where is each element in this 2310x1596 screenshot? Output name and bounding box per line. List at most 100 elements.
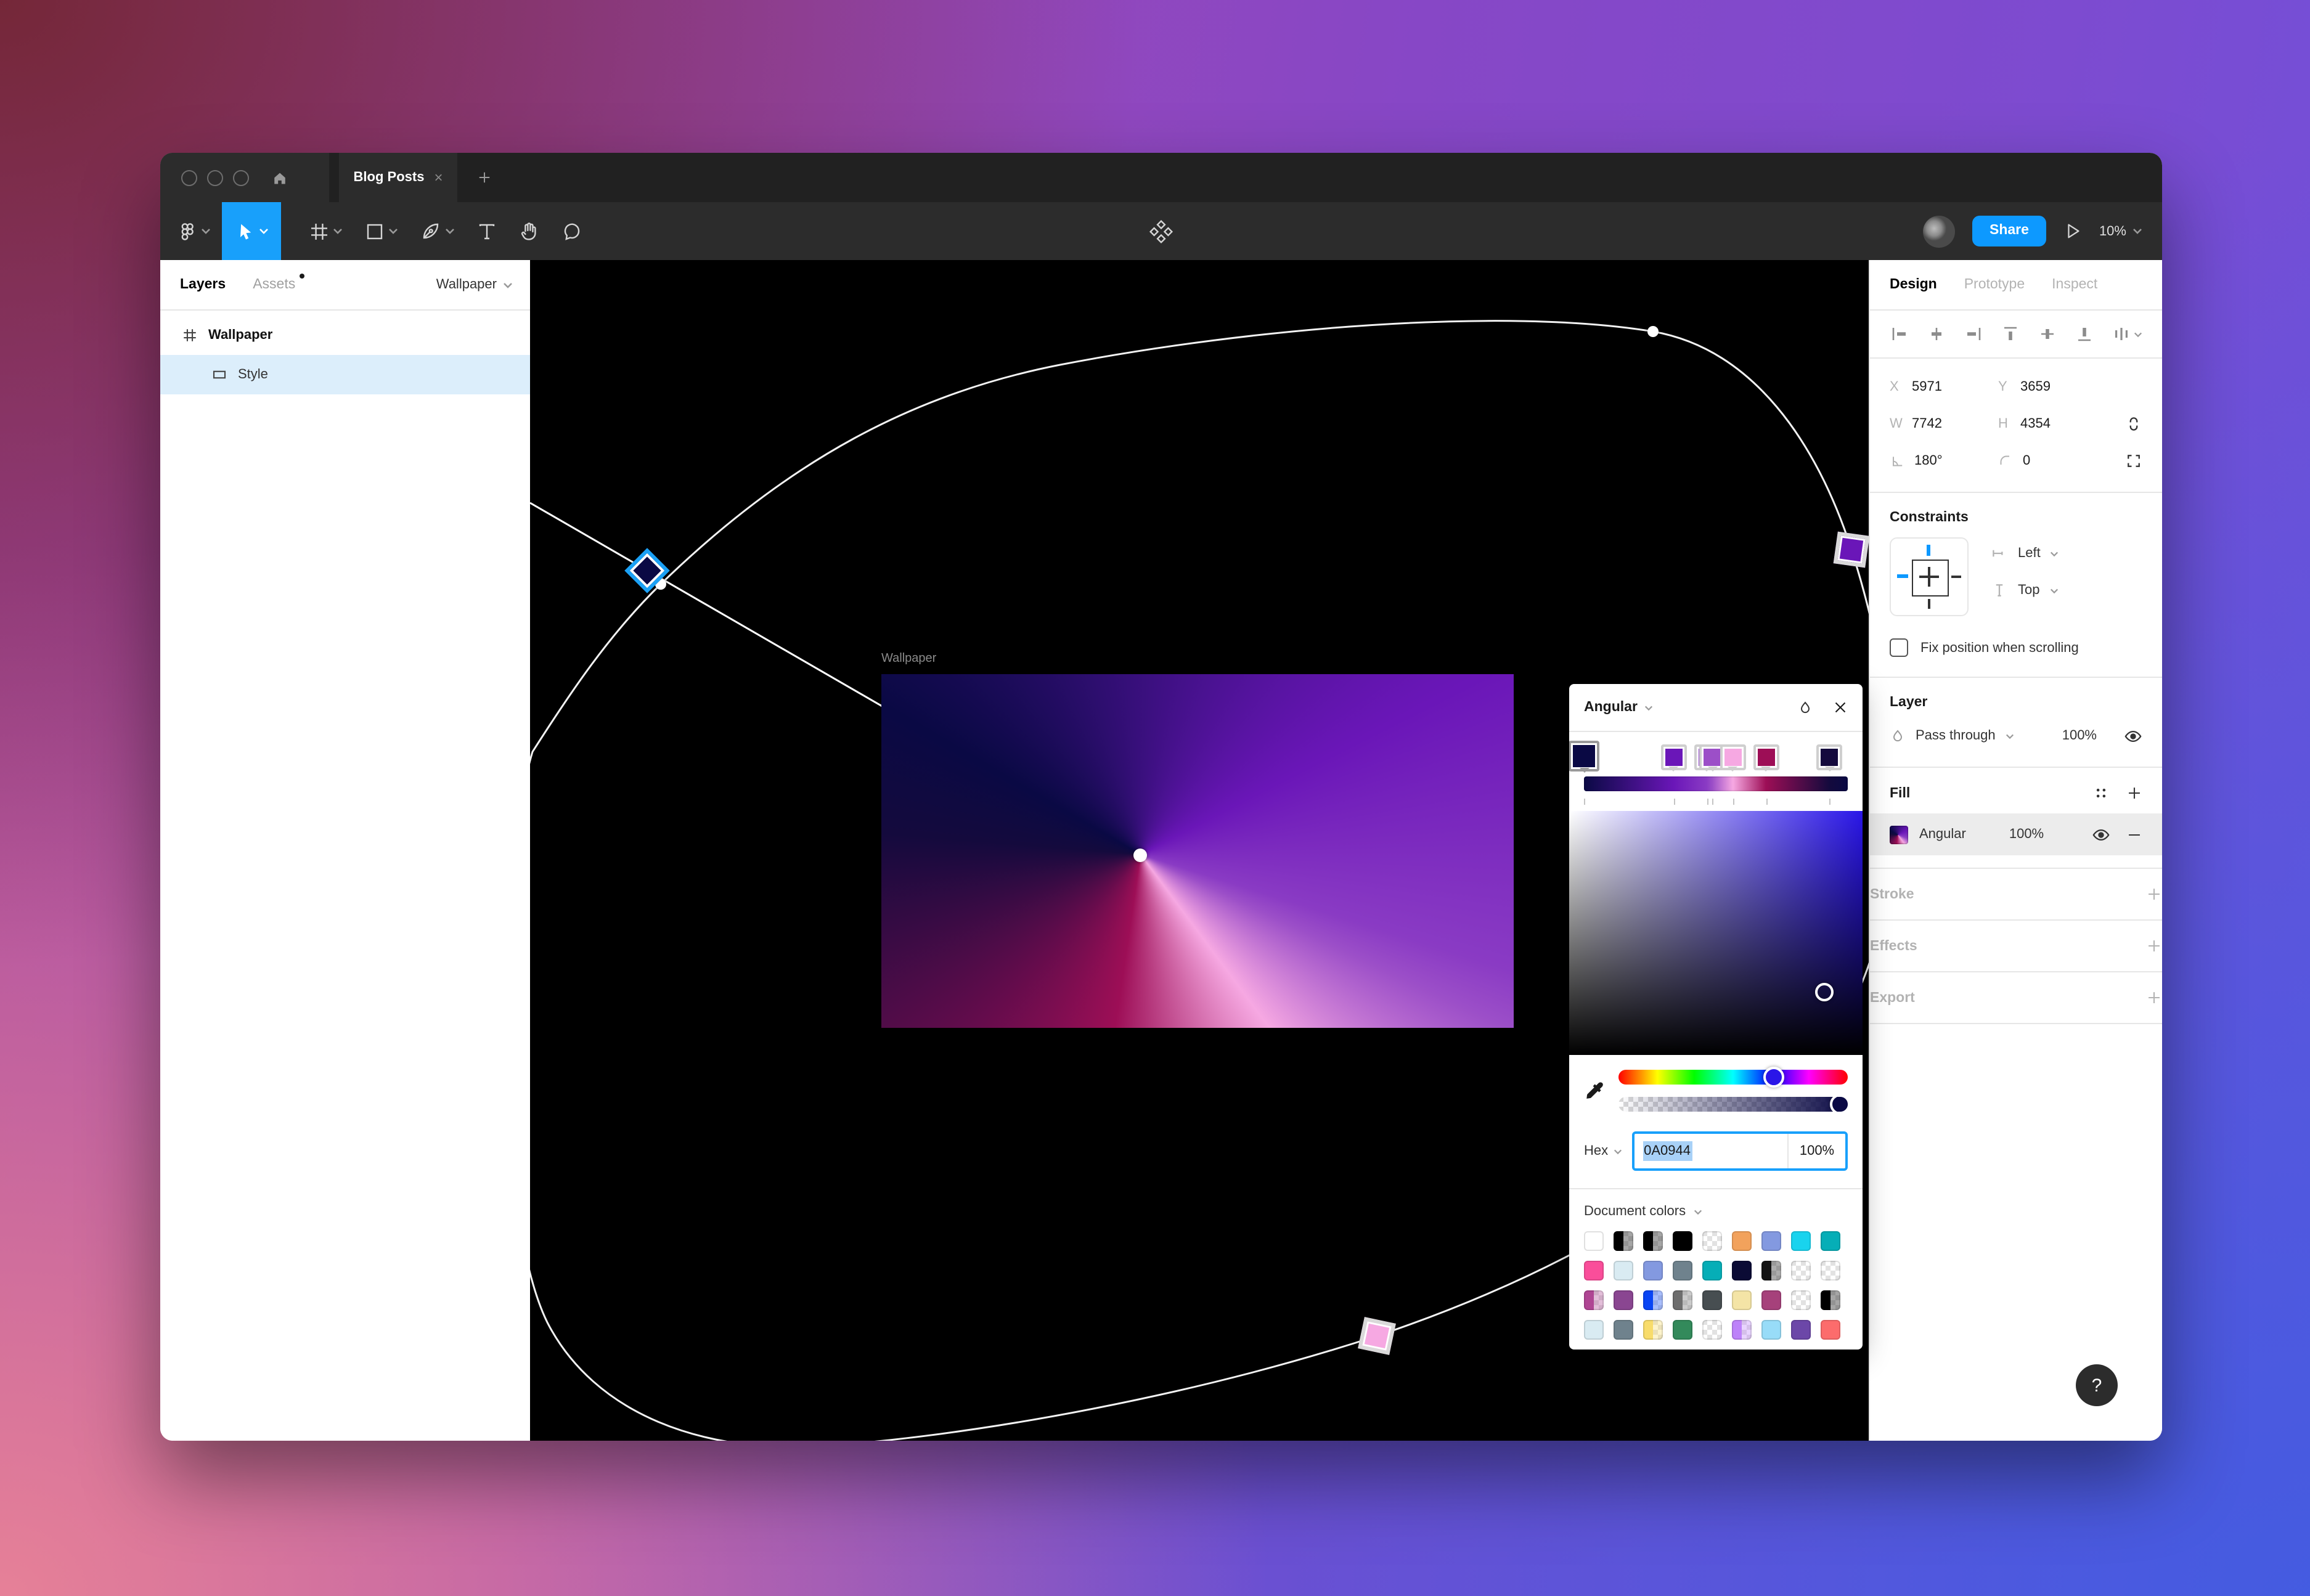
- doc-color-swatch[interactable]: [1732, 1290, 1752, 1310]
- add-stroke-icon[interactable]: [2146, 886, 2162, 902]
- wallpaper-frame[interactable]: [881, 674, 1514, 1028]
- gradient-type-select[interactable]: Angular: [1584, 700, 1638, 715]
- constrain-proportions-toggle[interactable]: [2125, 415, 2142, 433]
- layer-row-wallpaper[interactable]: Wallpaper: [160, 316, 530, 355]
- constraint-left-tick[interactable]: [1897, 574, 1908, 578]
- hue-thumb[interactable]: [1764, 1067, 1785, 1088]
- avatar[interactable]: [1923, 215, 1955, 247]
- tab-inspect[interactable]: Inspect: [2052, 277, 2097, 292]
- doc-color-swatch[interactable]: [1821, 1261, 1840, 1280]
- doc-color-swatch[interactable]: [1791, 1320, 1811, 1340]
- document-colors-header[interactable]: Document colors: [1569, 1189, 1863, 1229]
- doc-color-swatch[interactable]: [1673, 1320, 1692, 1340]
- new-tab-button[interactable]: [477, 153, 492, 202]
- fill-thumbnail[interactable]: [1890, 825, 1908, 844]
- distribute-menu[interactable]: [2112, 324, 2142, 344]
- tab-close-icon[interactable]: ×: [434, 170, 443, 185]
- traffic-light-zoom[interactable]: [233, 169, 249, 185]
- doc-color-swatch[interactable]: [1702, 1261, 1722, 1280]
- doc-color-swatch[interactable]: [1643, 1231, 1663, 1251]
- doc-color-swatch[interactable]: [1791, 1231, 1811, 1251]
- doc-color-swatch[interactable]: [1732, 1231, 1752, 1251]
- constraint-right-tick[interactable]: [1951, 576, 1961, 577]
- fix-position-checkbox[interactable]: [1890, 638, 1908, 657]
- comment-tool-button[interactable]: [551, 202, 593, 260]
- close-icon[interactable]: [1833, 700, 1848, 715]
- layer-opacity-field[interactable]: 100%: [2062, 728, 2097, 743]
- pink-gradient-stop-handle[interactable]: [1358, 1317, 1396, 1355]
- y-field[interactable]: Y3659: [1998, 380, 2107, 394]
- hand-tool-button[interactable]: [508, 202, 551, 260]
- height-field[interactable]: H4354: [1998, 417, 2107, 431]
- doc-color-swatch[interactable]: [1614, 1261, 1633, 1280]
- align-horizontal-center-icon[interactable]: [1927, 324, 1946, 344]
- doc-color-swatch[interactable]: [1761, 1320, 1781, 1340]
- add-effect-icon[interactable]: [2146, 938, 2162, 954]
- doc-color-swatch[interactable]: [1761, 1261, 1781, 1280]
- gradient-stop-chip[interactable]: [1569, 741, 1599, 772]
- fill-opacity-field[interactable]: 100%: [2009, 827, 2044, 842]
- align-bottom-icon[interactable]: [2075, 324, 2094, 344]
- gradient-stop-chip[interactable]: [1816, 744, 1842, 770]
- hue-slider[interactable]: [1618, 1070, 1848, 1085]
- doc-color-swatch[interactable]: [1732, 1261, 1752, 1280]
- doc-color-swatch[interactable]: [1761, 1290, 1781, 1310]
- hex-value-selected[interactable]: 0A0944: [1643, 1141, 1692, 1161]
- align-right-icon[interactable]: [1964, 324, 1983, 344]
- present-icon[interactable]: [2063, 222, 2082, 240]
- doc-color-swatch[interactable]: [1821, 1290, 1840, 1310]
- doc-color-swatch[interactable]: [1614, 1231, 1633, 1251]
- tab-prototype[interactable]: Prototype: [1964, 277, 2025, 292]
- opacity-input[interactable]: 100%: [1787, 1134, 1845, 1168]
- align-left-icon[interactable]: [1890, 324, 1909, 344]
- styles-icon[interactable]: [2093, 785, 2109, 801]
- gradient-center-handle[interactable]: [1133, 849, 1147, 862]
- doc-color-swatch[interactable]: [1702, 1231, 1722, 1251]
- doc-color-swatch[interactable]: [1643, 1290, 1663, 1310]
- pen-tool-button[interactable]: [409, 202, 466, 260]
- traffic-light-minimize[interactable]: [207, 169, 223, 185]
- color-area-cursor[interactable]: [1815, 982, 1834, 1001]
- doc-color-swatch[interactable]: [1821, 1320, 1840, 1340]
- blend-settings-icon[interactable]: [1797, 699, 1813, 715]
- add-fill-icon[interactable]: [2126, 785, 2142, 801]
- share-button[interactable]: Share: [1972, 216, 2046, 247]
- frame-tool-button[interactable]: [298, 202, 354, 260]
- align-top-icon[interactable]: [2001, 324, 2020, 344]
- horizontal-constraint-select[interactable]: Left: [1991, 545, 2059, 562]
- frame-label[interactable]: Wallpaper: [881, 652, 936, 666]
- constraints-widget[interactable]: [1890, 537, 1969, 616]
- move-tool-button[interactable]: [222, 202, 281, 260]
- eye-icon[interactable]: [2092, 825, 2110, 844]
- doc-color-swatch[interactable]: [1673, 1261, 1692, 1280]
- tab-layers[interactable]: Layers: [180, 277, 226, 292]
- doc-color-swatch[interactable]: [1791, 1290, 1811, 1310]
- main-menu-button[interactable]: [160, 202, 222, 260]
- alpha-thumb[interactable]: [1830, 1097, 1848, 1112]
- add-export-icon[interactable]: [2146, 990, 2162, 1006]
- rotation-field[interactable]: 180°: [1890, 454, 1998, 468]
- corner-radius-field[interactable]: 0: [1998, 454, 2107, 468]
- doc-color-swatch[interactable]: [1673, 1231, 1692, 1251]
- traffic-light-close[interactable]: [181, 169, 197, 185]
- zoom-control[interactable]: 10%: [2099, 224, 2142, 238]
- gradient-stop-chip[interactable]: [1753, 744, 1779, 770]
- gradient-stop-dot[interactable]: [1647, 326, 1659, 337]
- vertical-constraint-select[interactable]: Top: [1991, 582, 2059, 599]
- color-format-select[interactable]: Hex: [1584, 1144, 1622, 1158]
- gradient-bar[interactable]: [1584, 776, 1848, 791]
- doc-color-swatch[interactable]: [1584, 1231, 1604, 1251]
- doc-color-swatch[interactable]: [1643, 1320, 1663, 1340]
- gradient-stop-chip[interactable]: [1720, 744, 1746, 770]
- blend-mode-select[interactable]: Pass through: [1916, 728, 2014, 743]
- text-tool-button[interactable]: [466, 202, 508, 260]
- width-field[interactable]: W7742: [1890, 417, 1998, 431]
- tab-design[interactable]: Design: [1890, 277, 1937, 292]
- eyedropper-icon[interactable]: [1584, 1080, 1606, 1102]
- eye-icon[interactable]: [2124, 727, 2142, 745]
- page-selector[interactable]: Wallpaper: [436, 277, 513, 292]
- constraint-top-tick[interactable]: [1927, 545, 1930, 556]
- doc-color-swatch[interactable]: [1702, 1320, 1722, 1340]
- doc-color-swatch[interactable]: [1584, 1320, 1604, 1340]
- color-area[interactable]: [1569, 811, 1863, 1055]
